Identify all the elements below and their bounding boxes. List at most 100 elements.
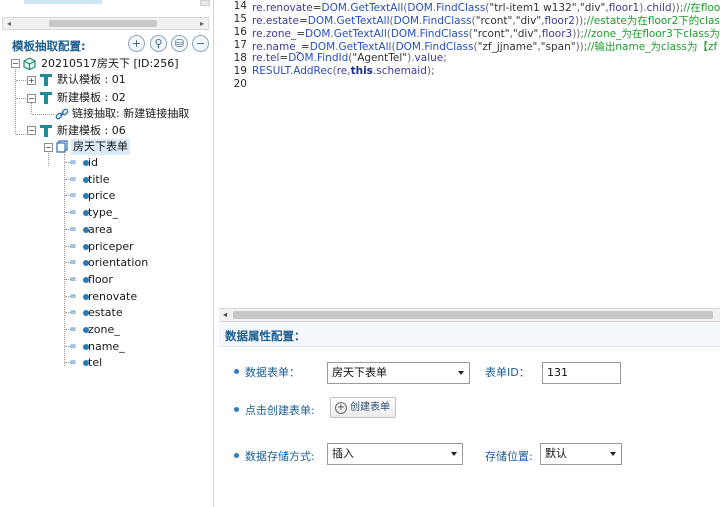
field-icon: =	[70, 273, 90, 285]
tree-link-extract[interactable]: 链接抽取: 新建链接抽取	[72, 106, 189, 122]
bullet-icon	[234, 407, 239, 412]
tree-template-01[interactable]: 默认模板 : 01	[57, 72, 126, 88]
top-strip	[0, 0, 214, 6]
field-glyph: =	[70, 257, 77, 269]
table-icon	[56, 140, 68, 153]
template-collapse-icon[interactable]: −	[27, 94, 36, 103]
tree-field-estate[interactable]: estate	[88, 305, 123, 321]
storage-location-value: 默认	[545, 447, 567, 460]
code-token: ));	[575, 41, 588, 53]
scroll-left-arrow-icon[interactable]: ◂	[3, 18, 15, 29]
table-id-label: 表单ID：	[485, 366, 530, 379]
field-glyph: =	[70, 273, 77, 285]
code-token: "zf_jjname"	[477, 41, 538, 53]
tree-field-priceper[interactable]: priceper	[88, 239, 134, 255]
tree-template-06[interactable]: 新建模板 : 06	[57, 123, 126, 139]
database-icon[interactable]: ⛁	[171, 35, 188, 52]
line-number: 16	[233, 26, 247, 38]
template-icon	[40, 125, 52, 137]
create-table-button[interactable]: + 创建表单	[330, 397, 396, 418]
scroll-right-arrow-icon[interactable]: ▸	[196, 18, 208, 29]
tree-field-renovate[interactable]: renovate	[88, 289, 137, 305]
tree-field-floor[interactable]: floor	[88, 272, 113, 288]
bullet-icon	[234, 453, 239, 458]
code-token: ;	[443, 52, 447, 64]
table-collapse-icon[interactable]: −	[44, 143, 53, 152]
line-number: 18	[233, 52, 247, 64]
field-icon: =	[70, 258, 90, 268]
template-icon	[40, 74, 52, 86]
chevron-down-icon	[458, 371, 464, 375]
add-icon[interactable]: +	[128, 35, 145, 52]
chevron-down-icon	[451, 452, 457, 456]
storage-location-label: 存储位置:	[485, 450, 533, 463]
code-token: RESULT	[252, 65, 290, 77]
root-collapse-icon[interactable]: −	[11, 59, 20, 68]
line-number-gutter: 14 15 16 17 18 19 20	[219, 0, 249, 308]
line-number: 14	[233, 0, 247, 12]
tree-template-02[interactable]: 新建模板 : 02	[57, 90, 126, 106]
code-token: AddRec	[293, 65, 333, 77]
template-collapse-icon[interactable]: −	[27, 126, 36, 135]
bullet-icon	[234, 369, 239, 374]
code-horizontal-scrollbar[interactable]: ◂	[219, 308, 720, 322]
tree-field-tel[interactable]: tel	[88, 355, 102, 371]
chevron-down-icon	[610, 452, 616, 456]
code-token: FindId	[316, 52, 349, 64]
tree-horizontal-scrollbar[interactable]: ◂ ▸	[2, 17, 209, 30]
panel-title: 模板抽取配置:	[12, 39, 86, 53]
field-icon: =	[70, 224, 90, 235]
tree-table-node[interactable]: 房天下表单	[71, 139, 130, 155]
table-id-input[interactable]: 131	[542, 362, 621, 384]
script-editor[interactable]: 14 15 16 17 18 19 20 re.renovate=DOM.Get…	[219, 0, 720, 308]
link-icon	[55, 108, 69, 120]
code-token: schemaid	[376, 65, 427, 77]
remove-icon[interactable]: −	[192, 35, 209, 52]
storage-mode-label: 数据存储方式:	[245, 450, 315, 463]
field-glyph: =	[70, 207, 77, 219]
data-table-value: 房天下表单	[332, 366, 387, 379]
tree-line	[48, 150, 49, 166]
storage-mode-value: 插入	[332, 447, 354, 460]
field-icon: =	[70, 358, 90, 368]
vertical-scrollbar[interactable]	[200, 0, 210, 6]
data-properties-panel: 数据属性配置： 数据表单： 房天下表单 表单ID： 131 点击创建表单: + …	[219, 322, 720, 507]
field-glyph: =	[70, 240, 77, 252]
scroll-thumb[interactable]	[233, 311, 713, 319]
code-token: //输出name_为class为【zf	[587, 41, 718, 53]
field-icon: =	[70, 208, 90, 218]
field-glyph: =	[70, 340, 77, 352]
tree-field-zone[interactable]: zone_	[88, 322, 120, 338]
field-glyph: =	[70, 357, 77, 369]
field-glyph: =	[70, 290, 77, 302]
tree-field-type[interactable]: type_	[88, 205, 118, 221]
field-glyph: =	[70, 157, 77, 168]
tree-field-orientation[interactable]: orientation	[88, 255, 148, 271]
link-add-icon[interactable]: ⚲	[150, 35, 167, 52]
scroll-left-arrow-icon[interactable]: ◂	[219, 309, 231, 321]
field-glyph: =	[70, 324, 77, 335]
tree-field-id[interactable]: id	[88, 155, 98, 171]
click-create-label: 点击创建表单:	[245, 404, 315, 417]
data-table-select[interactable]: 房天下表单	[327, 362, 470, 384]
template-expand-icon[interactable]: +	[27, 76, 36, 85]
tree-field-price[interactable]: price	[88, 188, 115, 204]
field-icon: =	[70, 240, 90, 252]
tree-field-name[interactable]: name_	[88, 339, 125, 355]
tree-field-area[interactable]: area	[88, 222, 113, 238]
scroll-thumb[interactable]	[49, 20, 157, 27]
tree-field-title[interactable]: title	[88, 172, 110, 188]
field-icon: =	[70, 174, 90, 185]
field-icon: =	[70, 290, 90, 302]
field-glyph: =	[70, 190, 77, 202]
field-icon: =	[70, 191, 90, 201]
storage-location-select[interactable]: 默认	[540, 443, 622, 465]
code-token: re.tel	[252, 52, 280, 64]
storage-mode-select[interactable]: 插入	[327, 443, 463, 465]
line-number: 15	[233, 13, 247, 25]
template-icon	[40, 92, 52, 104]
code-token: value	[414, 52, 444, 64]
tree-line	[32, 114, 54, 115]
add-circle-icon: +	[335, 402, 347, 414]
root-project-label[interactable]: 20210517房天下 [ID:256]	[41, 56, 178, 72]
